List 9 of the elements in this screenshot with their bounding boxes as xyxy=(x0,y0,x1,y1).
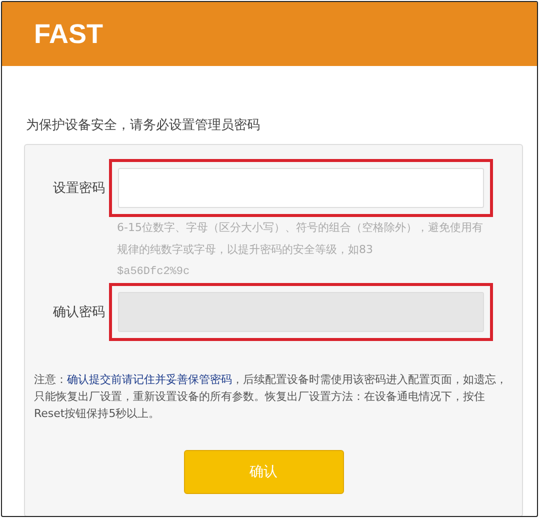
field-label: 确认密码 xyxy=(52,304,105,321)
hint-text: $a56Dfc2%9c xyxy=(117,265,191,280)
note-text: 注意：确认提交前请记住并妥善保管密码，后续配置设备时需使用该密码进入配置页面，如遗忘，只能恢复出厂设置，重新设置设备的所有参数。恢复出厂设置方法：在设备通电情况下，按住Reset按钮保持5秒以上。 xyxy=(34,372,508,422)
logo: FAST xyxy=(34,18,104,50)
password-field[interactable] xyxy=(118,168,484,208)
hint-text: 6-15位数字、字母（区分大小写）、符号的组合（空格除外），避免使用有规律的纯数字或字母，以提升密码的安全等级，如83 xyxy=(117,220,484,258)
note-link[interactable]: 确认提交前请记住并妥善保管密码 xyxy=(67,373,232,386)
intro-text: 为保护设备安全，请务必设置管理员密码 xyxy=(26,117,261,134)
field-label: 设置密码 xyxy=(52,180,105,197)
